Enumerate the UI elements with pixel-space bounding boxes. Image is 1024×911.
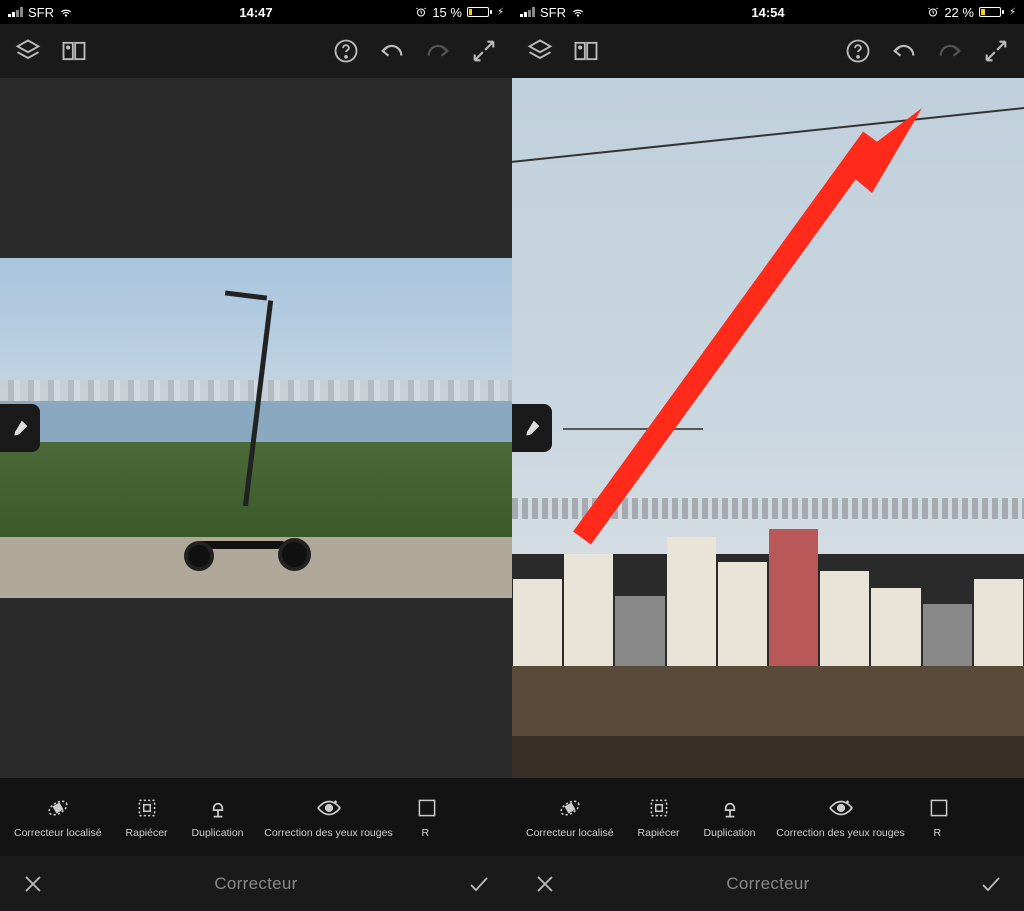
mode-title: Correcteur [214, 874, 297, 894]
carrier-label: SFR [540, 5, 566, 20]
bottom-bar: Correcteur [512, 856, 1024, 911]
status-bar: SFR 14:54 22 % ⚡︎ [512, 0, 1024, 24]
tool-redeye[interactable]: Correction des yeux rouges [254, 791, 404, 843]
alarm-icon [415, 6, 427, 18]
brush-toggle[interactable] [0, 404, 40, 452]
tool-patch[interactable]: Rapiécer [112, 791, 182, 843]
battery-pct: 15 % [432, 5, 462, 20]
undo-button[interactable] [888, 35, 920, 67]
tool-patch[interactable]: Rapiécer [624, 791, 694, 843]
wifi-icon [571, 5, 585, 19]
layers-button[interactable] [524, 35, 556, 67]
canvas-area[interactable] [512, 78, 1024, 778]
wifi-icon [59, 5, 73, 19]
carrier-label: SFR [28, 5, 54, 20]
phone-screen-right: SFR 14:54 22 % ⚡︎ [512, 0, 1024, 911]
redo-button[interactable] [422, 35, 454, 67]
cancel-button[interactable] [18, 869, 48, 899]
phone-screen-left: SFR 14:47 15 % ⚡︎ [0, 0, 512, 911]
tool-redeye[interactable]: Correction des yeux rouges [766, 791, 916, 843]
tool-strip: Correcteur localisé Rapiécer Duplication… [0, 778, 512, 856]
fullscreen-button[interactable] [468, 35, 500, 67]
tool-clone[interactable]: Duplication [694, 791, 766, 843]
battery-icon [979, 7, 1004, 17]
battery-pct: 22 % [944, 5, 974, 20]
mode-title: Correcteur [726, 874, 809, 894]
top-toolbar [512, 24, 1024, 78]
confirm-button[interactable] [976, 869, 1006, 899]
compare-button[interactable] [570, 35, 602, 67]
signal-icon [8, 7, 23, 17]
clock: 14:47 [239, 5, 272, 20]
brush-toggle[interactable] [512, 404, 552, 452]
help-button[interactable] [842, 35, 874, 67]
tool-strip: Correcteur localisé Rapiécer Duplication… [512, 778, 1024, 856]
confirm-button[interactable] [464, 869, 494, 899]
redo-button[interactable] [934, 35, 966, 67]
layers-button[interactable] [12, 35, 44, 67]
compare-button[interactable] [58, 35, 90, 67]
tool-next-cut[interactable]: R [916, 791, 952, 843]
tool-next-cut[interactable]: R [404, 791, 440, 843]
tool-spot-heal[interactable]: Correcteur localisé [516, 791, 624, 843]
charging-icon: ⚡︎ [1009, 7, 1016, 18]
photo-preview [512, 78, 1024, 778]
battery-icon [467, 7, 492, 17]
clock: 14:54 [751, 5, 784, 20]
photo-preview [0, 258, 512, 598]
fullscreen-button[interactable] [980, 35, 1012, 67]
tool-clone[interactable]: Duplication [182, 791, 254, 843]
status-bar: SFR 14:47 15 % ⚡︎ [0, 0, 512, 24]
undo-button[interactable] [376, 35, 408, 67]
canvas-area[interactable] [0, 78, 512, 778]
signal-icon [520, 7, 535, 17]
bottom-bar: Correcteur [0, 856, 512, 911]
cancel-button[interactable] [530, 869, 560, 899]
charging-icon: ⚡︎ [497, 7, 504, 18]
alarm-icon [927, 6, 939, 18]
top-toolbar [0, 24, 512, 78]
tool-spot-heal[interactable]: Correcteur localisé [4, 791, 112, 843]
help-button[interactable] [330, 35, 362, 67]
